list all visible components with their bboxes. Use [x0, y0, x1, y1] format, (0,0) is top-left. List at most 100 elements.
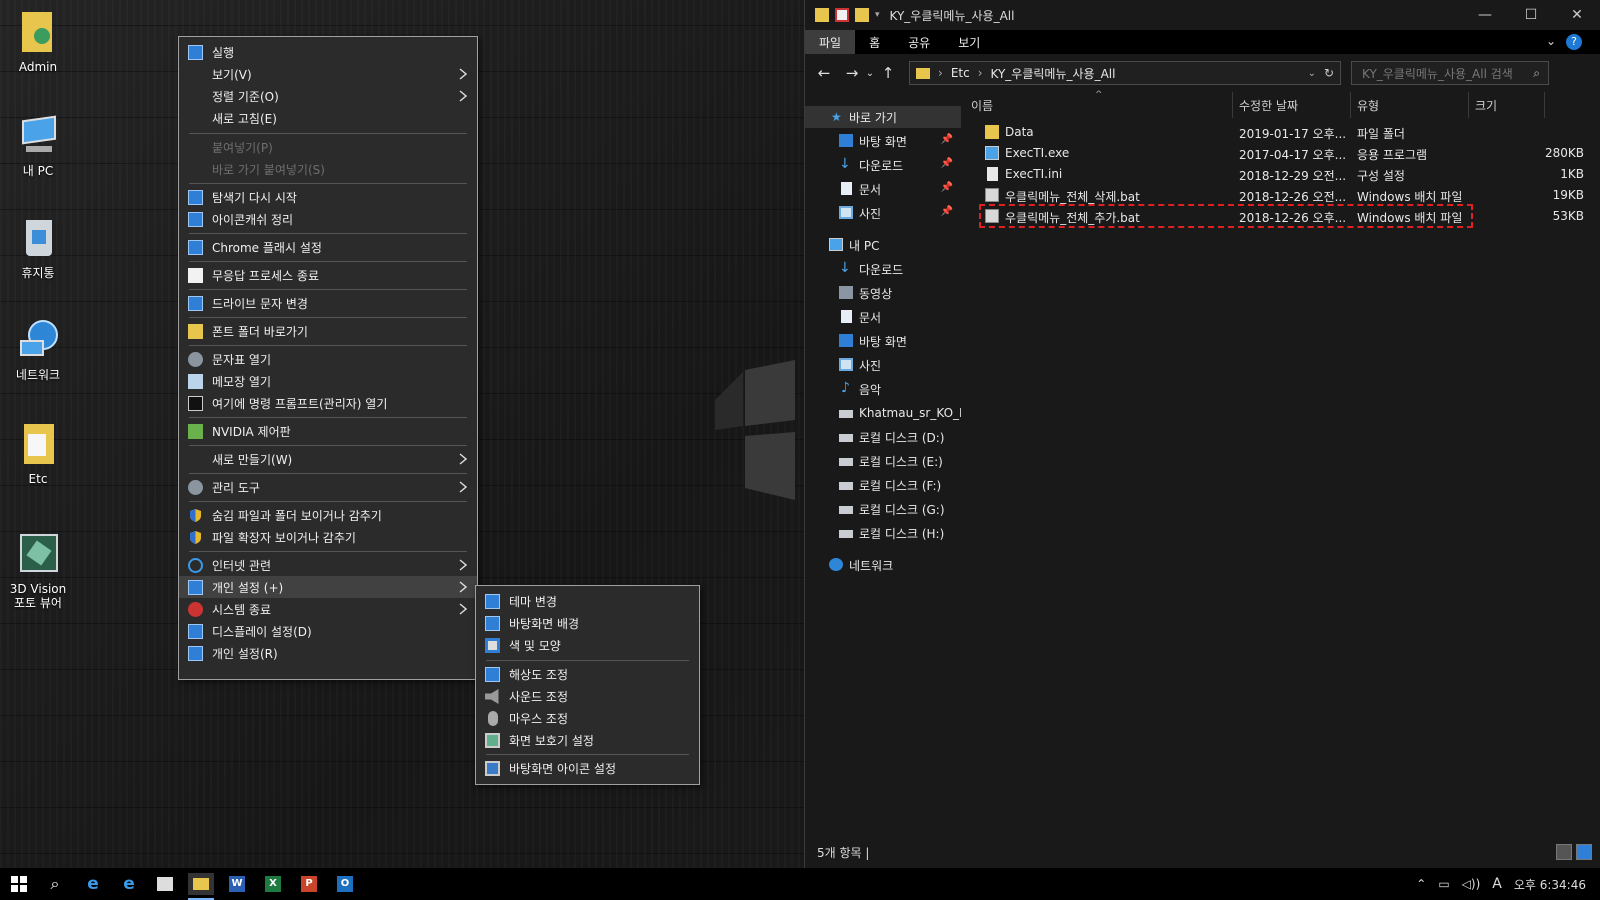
menu-item-display-settings[interactable]: 디스플레이 설정(D): [179, 620, 477, 642]
new-folder-icon[interactable]: [855, 8, 869, 22]
menu-item-shutdown[interactable]: 시스템 종료: [179, 598, 477, 620]
search-icon[interactable]: ⌕: [42, 873, 68, 895]
nav-item-quick-access[interactable]: ★ 바로 가기: [805, 106, 961, 128]
nav-item-drive-h[interactable]: 로컬 디스크 (H:): [805, 522, 961, 544]
pin-icon[interactable]: 📌: [941, 182, 953, 193]
menu-item-icon-cache[interactable]: 아이콘캐쉬 정리: [179, 208, 477, 230]
nav-item-downloads-pc[interactable]: ↓ 다운로드: [805, 258, 961, 280]
nav-item-pictures-pc[interactable]: 사진: [805, 354, 961, 376]
refresh-icon[interactable]: ↻: [1324, 66, 1334, 80]
word-icon[interactable]: W: [224, 873, 250, 895]
menu-item-restart-explorer[interactable]: 탐색기 다시 시작: [179, 186, 477, 208]
file-row[interactable]: ExecTI.exe 2017-04-17 오후... 응용 프로그램 280K…: [965, 143, 1584, 163]
menu-item-kill-process[interactable]: 무응답 프로세스 종료: [179, 264, 477, 286]
nav-item-videos[interactable]: 동영상: [805, 282, 961, 304]
start-icon[interactable]: [6, 873, 32, 895]
breadcrumb-item[interactable]: Etc: [951, 66, 970, 80]
menu-item-font-folder[interactable]: 폰트 폴더 바로가기: [179, 320, 477, 342]
nav-item-desktop[interactable]: 바탕 화면 📌: [805, 130, 961, 152]
menu-item-view[interactable]: 보기(V): [179, 63, 477, 85]
powerpoint-icon[interactable]: P: [296, 873, 322, 895]
edge-icon[interactable]: e: [116, 873, 142, 895]
menu-item-cmd[interactable]: 여기에 명령 프롬프트(관리자) 열기: [179, 392, 477, 414]
recent-locations-dropdown[interactable]: ⌄: [863, 68, 877, 79]
tab-view[interactable]: 보기: [944, 30, 994, 54]
nav-item-desktop-pc[interactable]: 바탕 화면: [805, 330, 961, 352]
file-row[interactable]: Data 2019-01-17 오후... 파일 폴더: [965, 122, 1584, 142]
menu-item-charmap[interactable]: 문자표 열기: [179, 348, 477, 370]
large-icons-view-icon[interactable]: [1576, 844, 1592, 860]
nav-item-documents[interactable]: 문서 📌: [805, 178, 961, 200]
excel-icon[interactable]: X: [260, 873, 286, 895]
nav-item-drive-g[interactable]: 로컬 디스크 (G:): [805, 498, 961, 520]
folder-icon[interactable]: [815, 8, 829, 22]
address-bar[interactable]: › Etc › KY_우클릭메뉴_사용_All ⌄ ↻: [909, 61, 1341, 85]
submenu-item-sound[interactable]: 사운드 조정: [476, 685, 699, 707]
menu-item-sort[interactable]: 정렬 기준(O): [179, 85, 477, 107]
pin-icon[interactable]: 📌: [941, 158, 953, 169]
nav-item-this-pc[interactable]: 내 PC: [805, 234, 961, 256]
forward-button[interactable]: →: [841, 64, 863, 82]
menu-item-personalize-plus[interactable]: 개인 설정 (+): [179, 576, 477, 598]
menu-item-new[interactable]: 새로 만들기(W): [179, 448, 477, 470]
desktop-icon-my-pc[interactable]: 내 PC: [2, 112, 74, 178]
pin-icon[interactable]: 📌: [941, 206, 953, 217]
file-row[interactable]: ExecTI.ini 2018-12-29 오전... 구성 설정 1KB: [965, 164, 1584, 184]
tab-home[interactable]: 홈: [855, 30, 894, 54]
menu-item-nvidia[interactable]: NVIDIA 제어판: [179, 420, 477, 442]
nav-item-downloads[interactable]: ↓ 다운로드 📌: [805, 154, 961, 176]
menu-item-refresh[interactable]: 새로 고침(E): [179, 107, 477, 129]
minimize-button[interactable]: —: [1462, 0, 1508, 30]
nav-item-khatmau[interactable]: Khatmau_sr_KO_KY: [805, 402, 961, 424]
menu-item-notepad[interactable]: 메모장 열기: [179, 370, 477, 392]
nav-item-network[interactable]: 네트워크: [805, 554, 961, 576]
ie-icon[interactable]: e: [80, 873, 106, 895]
maximize-button[interactable]: ☐: [1508, 0, 1554, 30]
menu-item-admin-tools[interactable]: 관리 도구: [179, 476, 477, 498]
submenu-item-wallpaper[interactable]: 바탕화면 배경: [476, 612, 699, 634]
menu-item-chrome-flash[interactable]: Chrome 플래시 설정: [179, 236, 477, 258]
chevron-up-icon[interactable]: ⌃: [1416, 877, 1426, 891]
menu-item-personalize[interactable]: 개인 설정(R): [179, 642, 477, 664]
up-button[interactable]: ↑: [877, 64, 899, 82]
submenu-item-screensaver[interactable]: 화면 보호기 설정: [476, 729, 699, 751]
nav-item-music[interactable]: ♪ 음악: [805, 378, 961, 400]
menu-item-drive-letter[interactable]: 드라이브 문자 변경: [179, 292, 477, 314]
details-view-icon[interactable]: [1556, 844, 1572, 860]
pin-icon[interactable]: 📌: [941, 134, 953, 145]
nav-item-drive-f[interactable]: 로컬 디스크 (F:): [805, 474, 961, 496]
nav-item-pictures[interactable]: 사진 📌: [805, 202, 961, 224]
clock[interactable]: 오후 6:34:46: [1514, 876, 1586, 893]
nav-item-drive-d[interactable]: 로컬 디스크 (D:): [805, 426, 961, 448]
file-row[interactable]: 우클릭메뉴_전체_삭제.bat 2018-12-26 오전... Windows…: [965, 185, 1584, 205]
desktop-icon-network[interactable]: 네트워크: [2, 316, 74, 382]
column-header-name[interactable]: 이름 ^: [965, 90, 1233, 118]
menu-item-hidden-files[interactable]: 숨김 파일과 폴더 보이거나 감추기: [179, 504, 477, 526]
customize-dropdown-icon[interactable]: ▾: [875, 10, 880, 20]
submenu-item-theme[interactable]: 테마 변경: [476, 590, 699, 612]
close-button[interactable]: ✕: [1554, 0, 1600, 30]
volume-icon[interactable]: ◁)): [1462, 877, 1481, 891]
back-button[interactable]: ←: [813, 64, 835, 82]
store-icon[interactable]: [152, 873, 178, 895]
outlook-icon[interactable]: O: [332, 873, 358, 895]
submenu-item-resolution[interactable]: 해상도 조정: [476, 663, 699, 685]
desktop-icon-3d-vision[interactable]: 3D Vision 포토 뷰어: [2, 530, 74, 610]
menu-item-file-extensions[interactable]: 파일 확장자 보이거나 감추기: [179, 526, 477, 548]
menu-item-internet[interactable]: 인터넷 관련: [179, 554, 477, 576]
network-status-icon[interactable]: ▭: [1438, 877, 1449, 891]
help-icon[interactable]: ?: [1566, 34, 1582, 50]
desktop-icon-recycle-bin[interactable]: 휴지통: [2, 214, 74, 280]
address-dropdown-icon[interactable]: ⌄: [1308, 68, 1316, 79]
properties-icon[interactable]: [835, 8, 849, 22]
menu-item-run[interactable]: 실행: [179, 41, 477, 63]
breadcrumb-item[interactable]: KY_우클릭메뉴_사용_All: [991, 65, 1116, 82]
file-explorer-icon[interactable]: [188, 873, 214, 900]
nav-item-documents-pc[interactable]: 문서: [805, 306, 961, 328]
column-header-date[interactable]: 수정한 날짜: [1233, 92, 1351, 118]
submenu-item-color[interactable]: 색 및 모양: [476, 634, 699, 656]
desktop-icon-admin[interactable]: Admin: [2, 8, 74, 74]
tab-share[interactable]: 공유: [894, 30, 944, 54]
tab-file[interactable]: 파일: [805, 30, 856, 54]
submenu-item-desktop-icons[interactable]: 바탕화면 아이콘 설정: [476, 757, 699, 779]
